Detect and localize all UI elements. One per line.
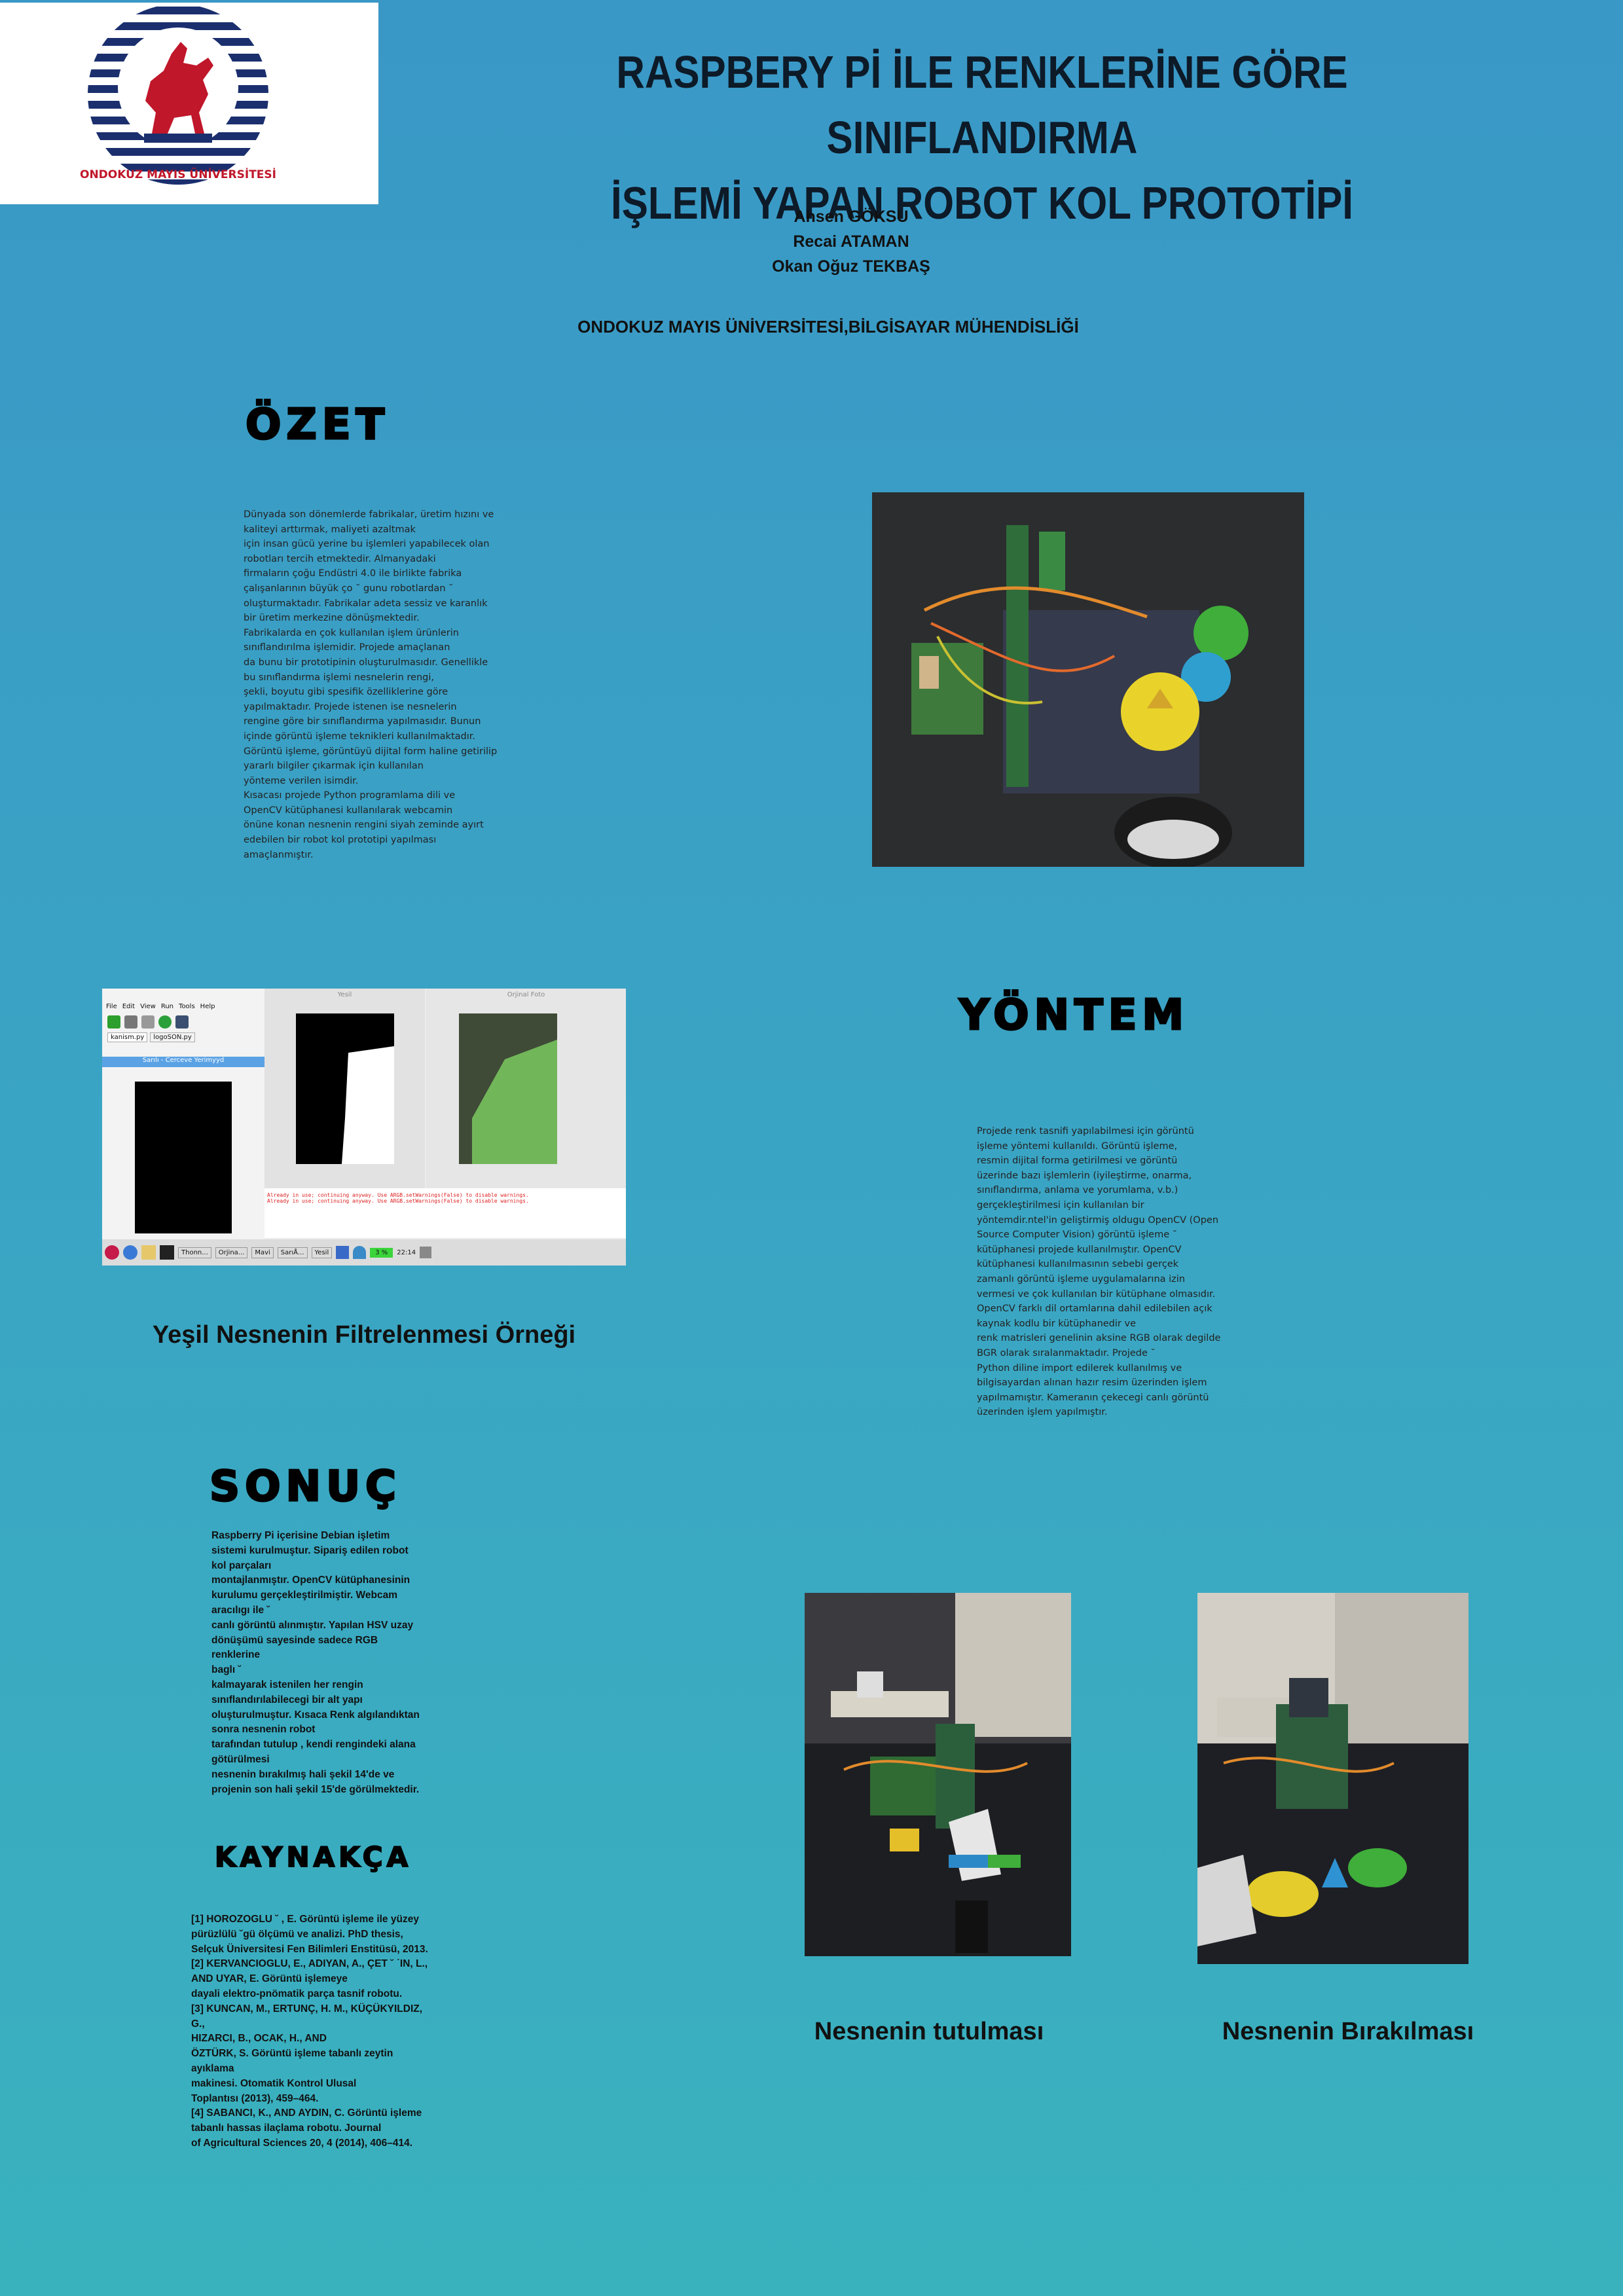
menu-edit[interactable]: Edit — [122, 1003, 135, 1010]
folder-icon[interactable] — [141, 1245, 156, 1260]
browser-icon[interactable] — [123, 1245, 137, 1260]
section-heading-kaynakca: KAYNAKÇA — [214, 1840, 412, 1874]
robot-arm-photo-top — [872, 492, 1304, 867]
new-file-icon[interactable] — [107, 1015, 120, 1029]
taskbar-item[interactable]: Orjina... — [215, 1247, 248, 1258]
ozet-text: Dünyada son dönemlerde fabrikalar, üreti… — [244, 509, 498, 860]
window-title-orijinal: Orjinal Foto — [507, 991, 545, 998]
author-name: Ahsen GÖKSU — [793, 208, 909, 226]
robot-holding-photo — [805, 1593, 1071, 1956]
sarali-mask-view — [135, 1082, 232, 1233]
author-name: Recai ATAMAN — [793, 232, 909, 251]
kaynakca-text: [1] HOROZOGLU ˘ , E. Görüntü işleme ile … — [191, 1914, 428, 2149]
taskbar: Thonn... Orjina... Mavi SarıÅ... Yesil 3… — [102, 1239, 626, 1266]
save-icon[interactable] — [124, 1015, 137, 1029]
ide-window: File Edit View Run Tools Help kanism.py … — [102, 989, 264, 1266]
tab-kanism[interactable]: kanism.py — [107, 1032, 148, 1042]
orijinal-window: Orjinal Foto — [426, 989, 626, 1188]
tab-logoson[interactable]: logoSON.py — [150, 1032, 195, 1042]
menu-file[interactable]: File — [106, 1003, 117, 1010]
window-title-sarali: Sarılı - Cerceve Yerimyyd — [102, 1057, 264, 1067]
debug-icon[interactable] — [175, 1015, 189, 1029]
eject-icon[interactable] — [420, 1247, 432, 1258]
svg-text:ONDOKUZ MAYIS ÜNİVERSİTESİ: ONDOKUZ MAYIS ÜNİVERSİTESİ — [80, 167, 276, 181]
photo-caption-holding: Nesnenin tutulması — [814, 2018, 1044, 2045]
save-as-icon[interactable] — [141, 1015, 155, 1029]
clock: 22:14 — [397, 1248, 416, 1256]
university-seal-icon: ONDOKUZ MAYIS ÜNİVERSİTESİ — [80, 4, 276, 185]
ide-tabs: kanism.py logoSON.py — [102, 1031, 264, 1044]
menu-view[interactable]: View — [140, 1003, 156, 1010]
ide-menu-bar: File Edit View Run Tools Help — [102, 989, 264, 1013]
menu-run[interactable]: Run — [161, 1003, 173, 1010]
screenshot-caption: Yeşil Nesnenin Filtrelenmesi Örneği — [152, 1321, 576, 1349]
window-title-yesil: Yesil — [337, 991, 352, 998]
yontem-text: Projede renk tasnifi yapılabilmesi için … — [977, 1126, 1221, 1418]
robot-released-photo — [1197, 1593, 1468, 1964]
taskbar-item[interactable]: SarıÅ... — [277, 1247, 308, 1258]
menu-help[interactable]: Help — [200, 1003, 215, 1010]
sonuc-text: Raspberry Pi içerisine Debian işletim si… — [211, 1530, 420, 1795]
section-heading-ozet: ÖZET — [244, 400, 390, 450]
taskbar-item[interactable]: Mavi — [251, 1247, 274, 1258]
university-logo: ONDOKUZ MAYIS ÜNİVERSİTESİ — [0, 3, 378, 204]
taskbar-item[interactable]: Yesil — [311, 1247, 333, 1258]
raspberry-menu-icon[interactable] — [105, 1245, 119, 1260]
photo-caption-released: Nesnenin Bırakılması — [1222, 2018, 1474, 2045]
yesil-window: Yesil — [264, 989, 425, 1188]
console-line: Already in use; continuing anyway. Use A… — [267, 1198, 529, 1204]
section-heading-yontem: YÖNTEM — [958, 991, 1190, 1041]
bluetooth-icon[interactable] — [336, 1246, 350, 1259]
cpu-monitor: 3 % — [370, 1247, 393, 1258]
filter-screenshot: File Edit View Run Tools Help kanism.py … — [102, 989, 626, 1266]
author-list: Ahsen GÖKSU Recai ATAMAN Okan Oğuz TEKBA… — [655, 204, 1048, 279]
yesil-mask-view — [296, 1013, 394, 1164]
section-heading-sonuc: SONUÇ — [209, 1462, 401, 1512]
terminal-icon[interactable] — [160, 1245, 174, 1260]
ide-toolbar — [102, 1013, 264, 1031]
wifi-icon[interactable] — [353, 1246, 367, 1259]
title-line-1: RASPBERY Pİ İLE RENKLERİNE GÖRE SINIFLAN… — [616, 46, 1348, 163]
run-icon[interactable] — [158, 1015, 172, 1029]
console-output: Already in use; continuing anyway. Use A… — [264, 1188, 626, 1238]
taskbar-item[interactable]: Thonn... — [178, 1247, 211, 1258]
affiliation: ONDOKUZ MAYIS ÜNİVERSİTESİ,BİLGİSAYAR MÜ… — [577, 317, 1079, 337]
author-name: Okan Oğuz TEKBAŞ — [772, 257, 930, 276]
menu-tools[interactable]: Tools — [179, 1003, 195, 1010]
orijinal-photo-view — [459, 1013, 557, 1164]
console-line: Already in use; continuing anyway. Use A… — [267, 1192, 529, 1198]
